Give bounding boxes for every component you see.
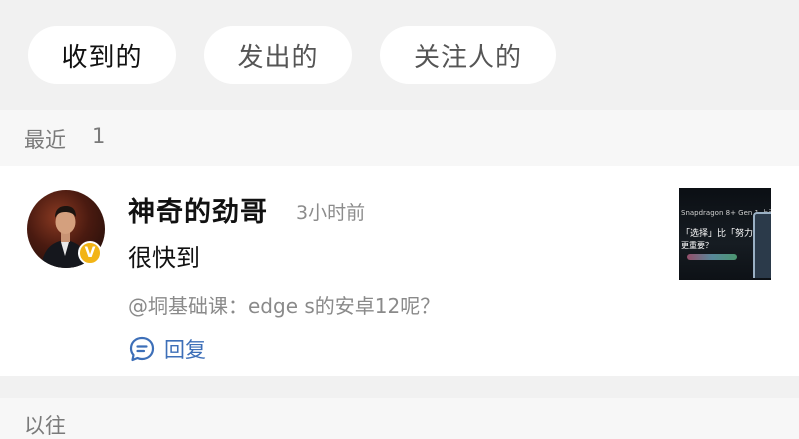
chat-bubble-icon: [129, 336, 155, 362]
past-section-label: 以往: [24, 414, 66, 438]
recent-section-label: 最近: [24, 128, 66, 152]
notifications-page: 收到的 发出的 关注人的 最近 1 V 神奇的劲哥 3小时前 很快到 @垌基础课…: [0, 0, 799, 439]
recent-section-count: 1: [92, 124, 106, 148]
recent-section-header: 最近 1: [0, 110, 799, 166]
notification-card[interactable]: V 神奇的劲哥 3小时前 很快到 @垌基础课：edge s的安卓12呢？ 回复 …: [0, 166, 799, 376]
thumbnail-phone-image: [753, 212, 771, 278]
reply-button[interactable]: 回复: [128, 334, 206, 364]
tab-received[interactable]: 收到的: [28, 26, 176, 84]
quoted-comment[interactable]: @垌基础课：edge s的安卓12呢？: [128, 290, 440, 319]
tab-following[interactable]: 关注人的: [380, 26, 556, 84]
thumbnail-caption-sub: 更重要？: [681, 241, 713, 250]
tab-bar: 收到的 发出的 关注人的: [0, 0, 799, 110]
verified-badge-icon: V: [78, 241, 102, 265]
past-section-header: 以往: [0, 398, 799, 439]
message-text: 很快到: [128, 244, 200, 272]
timestamp: 3小时前: [296, 202, 366, 224]
thumbnail-color-bar: [687, 254, 737, 260]
tab-sent[interactable]: 发出的: [204, 26, 352, 84]
user-name[interactable]: 神奇的劲哥: [128, 190, 268, 229]
thumbnail-caption-main: 「选择」比「努力」: [681, 229, 763, 239]
video-thumbnail[interactable]: Snapdragon 8+ Gen 1 上手 「选择」比「努力」 更重要？: [679, 188, 771, 280]
reply-label: 回复: [164, 338, 206, 362]
